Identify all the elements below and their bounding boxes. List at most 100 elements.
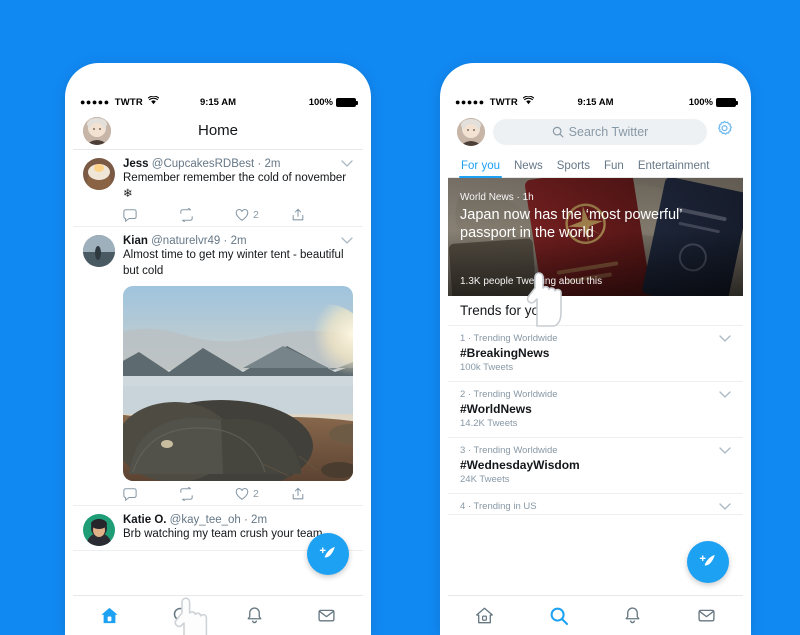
share-button[interactable] xyxy=(291,487,347,501)
trend-rank: 1 · Trending Worldwide xyxy=(460,333,558,344)
search-header: Search Twitter xyxy=(448,112,743,152)
compose-tweet-button[interactable] xyxy=(687,541,729,583)
home-timeline[interactable]: Jess @CupcakesRDBest · 2m Remember remem… xyxy=(73,150,363,595)
chevron-down-icon[interactable] xyxy=(719,503,731,514)
trend-rank: 4 · Trending in US xyxy=(460,501,537,512)
search-icon xyxy=(552,126,564,138)
tweet-meta: Katie O. @kay_tee_oh · 2m xyxy=(123,514,268,527)
list-item[interactable]: 4 · Trending in US xyxy=(448,494,743,515)
right-bottom-nav[interactable] xyxy=(448,595,743,635)
chevron-down-icon[interactable] xyxy=(719,391,731,402)
home-icon xyxy=(476,607,494,624)
tweet-text: Almost time to get my winter tent - beau… xyxy=(123,249,344,277)
news-card[interactable]: World News · 1h Japan now has the ‘most … xyxy=(448,178,743,296)
search-input[interactable]: Search Twitter xyxy=(493,119,707,145)
list-item[interactable]: 2 · Trending Worldwide #WorldNews 14.2K … xyxy=(448,382,743,438)
right-status-bar: ●●●●● TWTR 9:15 AM 100% xyxy=(448,92,743,112)
reply-button[interactable] xyxy=(123,208,179,223)
phone-left: ●●●●● TWTR 9:15 AM 100% Home Jess @Cupca… xyxy=(65,63,371,635)
tweet-author-name: Kian xyxy=(123,235,148,248)
reply-button[interactable] xyxy=(123,487,179,502)
tweet-avatar[interactable] xyxy=(83,514,115,547)
battery-percent-label: 100% xyxy=(688,96,713,108)
like-count: 2 xyxy=(253,488,259,501)
tab-news[interactable]: News xyxy=(507,160,550,177)
right-screen: ●●●●● TWTR 9:15 AM 100% Search Twitter F… xyxy=(448,92,743,635)
sidebar-item-search[interactable] xyxy=(522,606,596,626)
trend-rank: 3 · Trending Worldwide xyxy=(460,445,558,456)
chevron-down-icon[interactable] xyxy=(719,447,731,458)
news-card-title: Japan now has the ‘most powerful’ passpo… xyxy=(460,207,682,241)
tab-entertainment[interactable]: Entertainment xyxy=(631,160,717,177)
chevron-down-icon[interactable] xyxy=(719,335,731,346)
tab-fun[interactable]: Fun xyxy=(597,160,631,177)
sidebar-item-messages[interactable] xyxy=(669,606,743,625)
bell-icon xyxy=(247,607,262,624)
trend-count: 100k Tweets xyxy=(460,362,514,373)
sidebar-item-notifications[interactable] xyxy=(218,606,291,625)
trend-rank: 2 · Trending Worldwide xyxy=(460,389,558,400)
tweet-body: Jess @CupcakesRDBest · 2m Remember remem… xyxy=(123,158,353,223)
tweet-timestamp: 2m xyxy=(230,235,247,248)
tweet-image[interactable] xyxy=(123,286,353,482)
trend-count: 14.2K Tweets xyxy=(460,418,518,429)
mail-icon xyxy=(318,609,335,622)
home-icon xyxy=(101,607,118,624)
tab-for-you[interactable]: For you xyxy=(454,160,507,178)
like-button[interactable]: 2 xyxy=(235,487,291,501)
left-status-bar: ●●●●● TWTR 9:15 AM 100% xyxy=(73,92,363,112)
tab-sports[interactable]: Sports xyxy=(550,160,597,177)
chevron-down-icon[interactable] xyxy=(341,160,353,171)
retweet-button[interactable] xyxy=(179,487,235,502)
compose-tweet-button[interactable] xyxy=(307,533,349,575)
battery-icon xyxy=(336,97,358,107)
news-card-kicker: World News · 1h xyxy=(460,192,534,203)
explore-tabs[interactable]: For you News Sports Fun Entertainment xyxy=(448,152,743,178)
tweet-timestamp: 2m xyxy=(251,514,268,527)
list-item[interactable]: 1 · Trending Worldwide #BreakingNews 100… xyxy=(448,326,743,382)
tweet-author-name: Katie O. xyxy=(123,514,167,527)
left-bottom-nav[interactable] xyxy=(73,595,363,635)
tweet-meta: Jess @CupcakesRDBest · 2m xyxy=(123,158,281,170)
tweet-text: Remember remember the cold of november ❄ xyxy=(123,172,347,200)
battery-icon xyxy=(716,97,738,107)
table-row[interactable]: Kian @naturelvr49 · 2m Almost time to ge… xyxy=(73,227,363,507)
page-title: Home xyxy=(197,122,238,139)
tweet-author-handle: @kay_tee_oh xyxy=(169,514,241,527)
avatar[interactable] xyxy=(457,118,485,146)
trend-tag: #WorldNews xyxy=(460,402,532,416)
search-placeholder: Search Twitter xyxy=(568,125,649,139)
tweet-body: Kian @naturelvr49 · 2m Almost time to ge… xyxy=(123,235,353,502)
home-header: Home xyxy=(73,112,363,150)
search-icon xyxy=(173,607,191,624)
list-item[interactable]: 3 · Trending Worldwide #WednesdayWisdom … xyxy=(448,438,743,494)
retweet-button[interactable] xyxy=(179,208,235,223)
status-right: 100% xyxy=(308,96,358,108)
tweet-actions: 2 xyxy=(123,208,353,223)
battery-percent-label: 100% xyxy=(308,96,333,108)
chevron-down-icon[interactable] xyxy=(341,237,353,248)
mail-icon xyxy=(698,609,715,622)
tweet-timestamp: 2m xyxy=(264,158,281,170)
sidebar-item-messages[interactable] xyxy=(291,606,364,625)
sidebar-item-home[interactable] xyxy=(73,606,146,625)
like-count: 2 xyxy=(253,209,259,222)
sidebar-item-notifications[interactable] xyxy=(596,606,670,625)
like-button[interactable]: 2 xyxy=(235,208,291,222)
tweet-actions: 2 xyxy=(123,487,353,502)
tweet-avatar[interactable] xyxy=(83,235,115,268)
trends-heading: Trends for you xyxy=(448,296,743,326)
news-card-footer: 1.3K people Tweeting about this xyxy=(460,276,603,287)
tweet-avatar[interactable] xyxy=(83,158,115,190)
tweet-meta: Kian @naturelvr49 · 2m xyxy=(123,235,247,248)
status-right: 100% xyxy=(688,96,738,108)
settings-button[interactable] xyxy=(715,120,734,144)
table-row[interactable]: Jess @CupcakesRDBest · 2m Remember remem… xyxy=(73,150,363,228)
share-button[interactable] xyxy=(291,208,347,222)
sidebar-item-home[interactable] xyxy=(448,606,522,625)
screenshot-stage: ●●●●● TWTR 9:15 AM 100% Home Jess @Cupca… xyxy=(0,0,800,635)
trend-tag: #BreakingNews xyxy=(460,346,550,360)
news-card-text: World News · 1h Japan now has the ‘most … xyxy=(460,192,731,242)
bell-icon xyxy=(625,607,640,624)
sidebar-item-search[interactable] xyxy=(146,606,219,625)
